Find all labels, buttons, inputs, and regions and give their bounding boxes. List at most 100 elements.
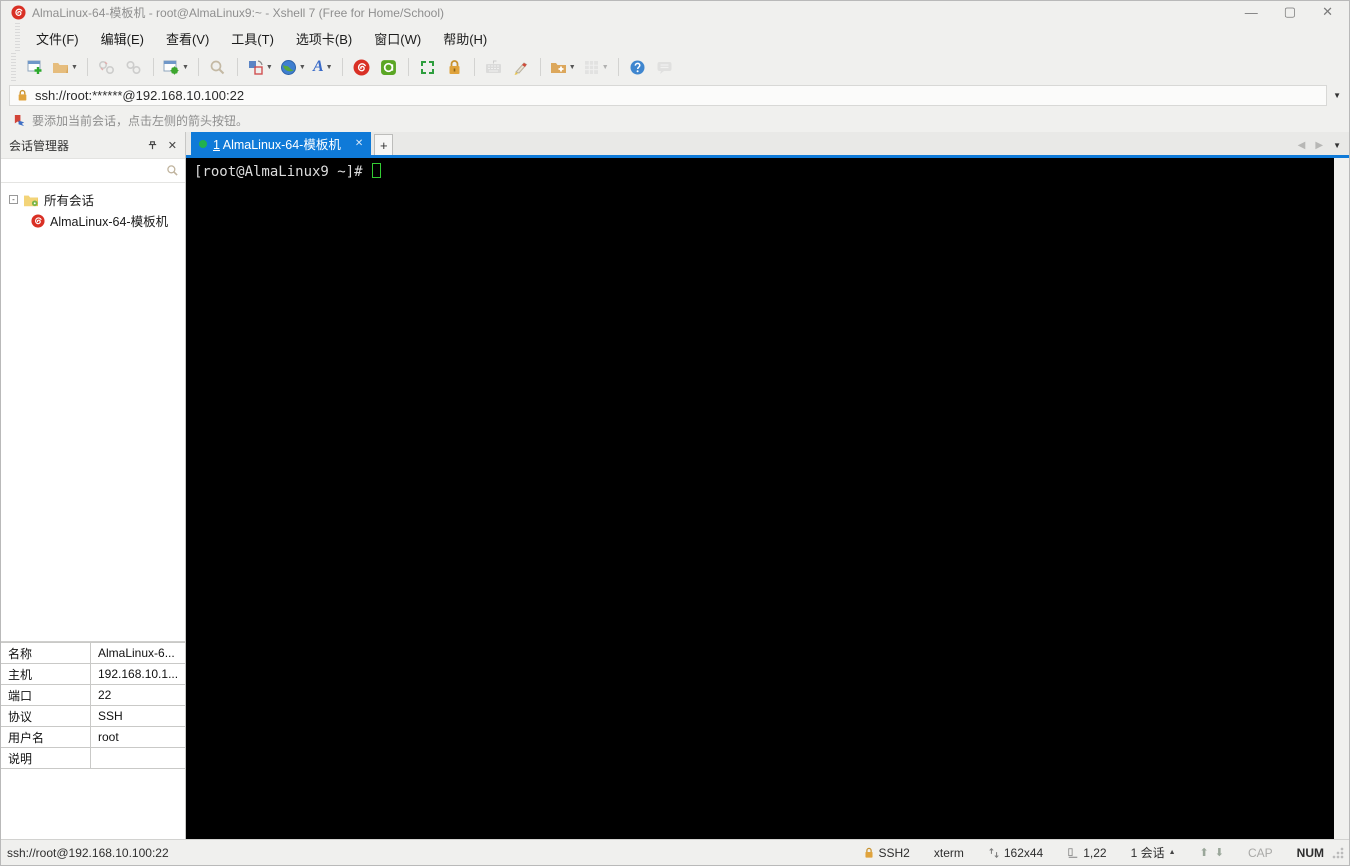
terminal-screen[interactable]: [root@AlmaLinux9 ~]# bbox=[186, 158, 1334, 839]
toolbar-separator bbox=[236, 58, 238, 76]
session-manager-title: 会话管理器 bbox=[9, 138, 70, 153]
status-num-lock: NUM bbox=[1285, 846, 1326, 860]
help-icon bbox=[630, 60, 645, 74]
reconnect-button[interactable] bbox=[122, 55, 146, 79]
session-tree-empty-area bbox=[1, 231, 185, 641]
menubar-grip bbox=[15, 23, 20, 53]
compose-pane-button[interactable]: ▼ bbox=[245, 55, 275, 79]
menu-tabs[interactable]: 选项卡(B) bbox=[286, 25, 362, 52]
table-row: 名称 AlmaLinux-6... bbox=[1, 642, 185, 663]
session-properties-dropdown[interactable]: ▼ bbox=[182, 64, 189, 71]
table-row: 主机 192.168.10.1... bbox=[1, 663, 185, 684]
tab-active-session[interactable]: 1 AlmaLinux-64-模板机 ✕ bbox=[191, 132, 372, 155]
find-button[interactable] bbox=[206, 55, 230, 79]
open-session-dropdown[interactable]: ▼ bbox=[71, 64, 78, 71]
highlight-pen-icon bbox=[514, 61, 528, 75]
titlebar: AlmaLinux-64-模板机 - root@AlmaLinux9:~ - X… bbox=[1, 1, 1349, 23]
status-connection-url: ssh://root@192.168.10.100:22 bbox=[7, 845, 169, 860]
new-file-transfer-button[interactable]: ▼ bbox=[548, 55, 578, 79]
tree-node-all-sessions[interactable]: - 所有会话 bbox=[7, 189, 185, 210]
session-grid-dropdown[interactable]: ▼ bbox=[602, 64, 609, 71]
status-session-count[interactable]: 1 会话 ▲ bbox=[1119, 844, 1188, 861]
lock-screen-button[interactable] bbox=[443, 55, 467, 79]
terminal-scrollbar[interactable] bbox=[1334, 158, 1349, 839]
tab-scroll-left-icon[interactable]: ◀ bbox=[1298, 140, 1306, 151]
fullscreen-button[interactable] bbox=[416, 55, 440, 79]
xshell-session-icon bbox=[31, 213, 45, 228]
new-session-button[interactable] bbox=[23, 55, 47, 79]
new-tab-button[interactable]: + bbox=[374, 134, 394, 155]
web-browser-dropdown[interactable]: ▼ bbox=[299, 64, 306, 71]
window-resize-grip[interactable] bbox=[1332, 846, 1345, 859]
compose-pane-dropdown[interactable]: ▼ bbox=[266, 64, 273, 71]
menu-edit[interactable]: 编辑(E) bbox=[91, 25, 154, 52]
menu-view[interactable]: 查看(V) bbox=[156, 25, 219, 52]
status-cursor-position: 1,22 bbox=[1055, 846, 1118, 860]
terminal-cursor bbox=[372, 163, 382, 178]
tab-close-icon[interactable]: ✕ bbox=[347, 138, 363, 149]
help-button[interactable] bbox=[626, 55, 650, 79]
session-properties-button[interactable]: ▼ bbox=[161, 55, 191, 79]
menu-window[interactable]: 窗口(W) bbox=[364, 25, 431, 52]
address-dropdown[interactable]: ▼ bbox=[1333, 91, 1341, 100]
terminal-type-label: xterm bbox=[933, 845, 964, 860]
tab-label: 1 AlmaLinux-64-模板机 bbox=[213, 134, 341, 153]
menu-help[interactable]: 帮助(H) bbox=[433, 25, 497, 52]
xshell-button[interactable] bbox=[350, 55, 374, 79]
menu-tools[interactable]: 工具(T) bbox=[221, 25, 284, 52]
status-terminal-type[interactable]: xterm bbox=[922, 846, 976, 860]
session-properties-table: 名称 AlmaLinux-6... 主机 192.168.10.1... 端口 … bbox=[1, 642, 185, 769]
ssh-lock-icon bbox=[864, 847, 873, 858]
font-dropdown[interactable]: ▼ bbox=[326, 64, 333, 71]
xshell-icon bbox=[353, 59, 370, 75]
feedback-button[interactable] bbox=[653, 55, 677, 79]
property-label: 用户名 bbox=[1, 727, 91, 747]
table-row: 用户名 root bbox=[1, 726, 185, 747]
terminal-size-label: 162x44 bbox=[1003, 845, 1044, 860]
font-button[interactable]: A ▼ bbox=[311, 55, 335, 79]
tab-list-dropdown[interactable]: ▼ bbox=[1333, 141, 1341, 150]
new-file-transfer-dropdown[interactable]: ▼ bbox=[569, 64, 576, 71]
property-label: 端口 bbox=[1, 685, 91, 705]
tab-bar: 1 AlmaLinux-64-模板机 ✕ + ◀ ▶ ▼ bbox=[186, 132, 1349, 158]
menu-file[interactable]: 文件(F) bbox=[26, 25, 89, 52]
address-field[interactable]: ssh://root:******@192.168.10.100:22 bbox=[9, 84, 1328, 106]
num-lock-label: NUM bbox=[1296, 845, 1324, 860]
property-label: 主机 bbox=[1, 664, 91, 684]
next-session-icon[interactable]: ⬇ bbox=[1215, 846, 1224, 859]
property-value: root bbox=[98, 730, 119, 744]
open-session-button[interactable]: ▼ bbox=[50, 55, 80, 79]
connected-status-dot bbox=[199, 139, 207, 148]
pin-icon[interactable] bbox=[147, 140, 158, 151]
minimize-button[interactable]: — bbox=[1245, 5, 1258, 20]
status-caps-lock: CAP bbox=[1236, 846, 1285, 860]
toolbar-separator bbox=[86, 58, 88, 76]
panel-close-icon[interactable]: ✕ bbox=[168, 139, 177, 152]
search-icon bbox=[211, 60, 225, 74]
tree-node-session[interactable]: AlmaLinux-64-模板机 bbox=[7, 210, 185, 231]
toolbar-grip bbox=[11, 53, 16, 81]
highlight-button[interactable] bbox=[509, 55, 533, 79]
flag-icon bbox=[14, 114, 25, 126]
xftp-icon bbox=[381, 59, 397, 75]
new-session-icon bbox=[27, 60, 41, 74]
session-search-input[interactable] bbox=[7, 163, 166, 178]
web-browser-button[interactable]: ▼ bbox=[278, 55, 308, 79]
maximize-button[interactable]: ▢ bbox=[1284, 4, 1296, 20]
session-grid-button[interactable]: ▼ bbox=[581, 55, 611, 79]
session-tree: - 所有会话 AlmaLinux-64-模板机 bbox=[1, 183, 185, 231]
close-button[interactable]: ✕ bbox=[1322, 4, 1333, 20]
cursor-position-icon bbox=[1068, 847, 1078, 858]
prev-session-icon[interactable]: ⬆ bbox=[1200, 846, 1209, 859]
property-value: 192.168.10.1... bbox=[98, 667, 179, 681]
status-protocol: SSH2 bbox=[851, 846, 922, 860]
xftp-button[interactable] bbox=[377, 55, 401, 79]
tab-scroll-right-icon[interactable]: ▶ bbox=[1315, 140, 1323, 151]
table-row: 端口 22 bbox=[1, 684, 185, 705]
session-count-dropdown-icon[interactable]: ▲ bbox=[1169, 849, 1176, 856]
collapse-expander-icon[interactable]: - bbox=[9, 195, 18, 204]
disconnect-button[interactable] bbox=[95, 55, 119, 79]
status-session-nav: ⬆ ⬇ bbox=[1188, 846, 1236, 859]
virtual-keyboard-button[interactable] bbox=[482, 55, 506, 79]
property-label: 协议 bbox=[1, 706, 91, 726]
